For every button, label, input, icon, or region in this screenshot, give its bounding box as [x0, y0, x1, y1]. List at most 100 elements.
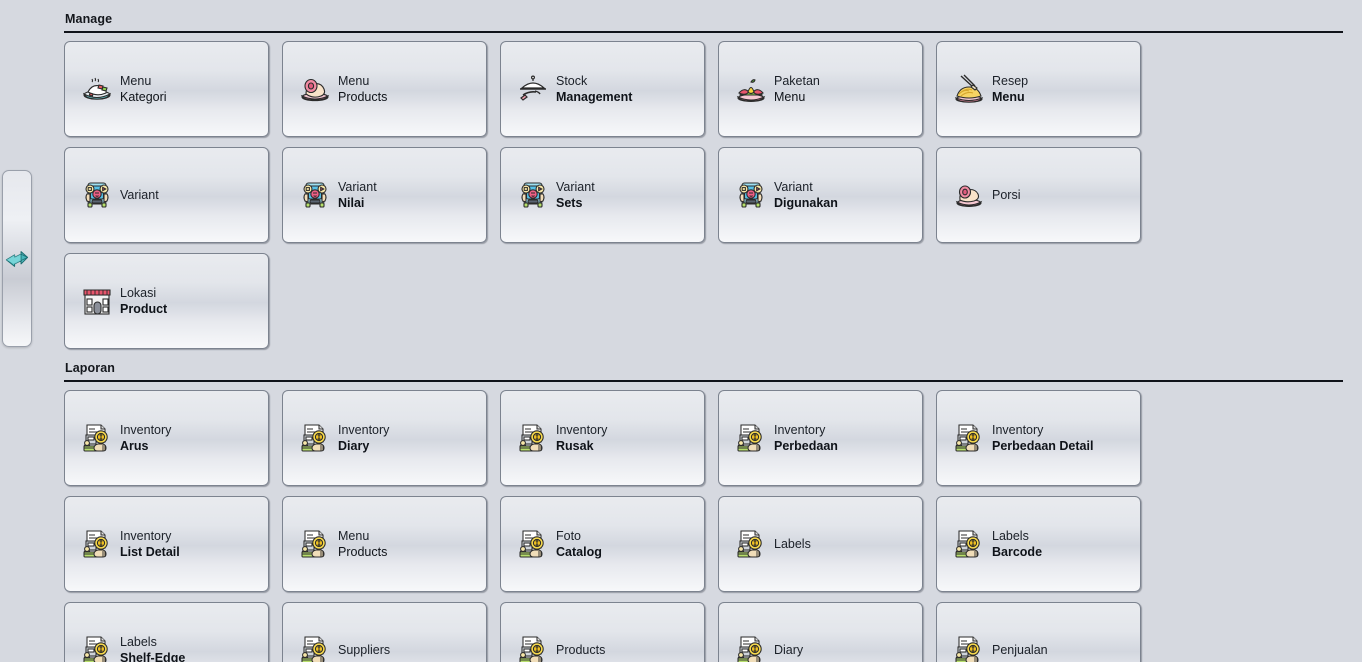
tile-label-primary: Foto [556, 529, 582, 543]
tile-label-secondary: Shelf-Edge [120, 651, 186, 662]
tile-inventory-perbedaan-detail[interactable]: Inventory Perbedaan Detail [936, 390, 1141, 486]
tile-content: Paketan Menu [735, 73, 820, 105]
tile-content: Foto Catalog [517, 528, 602, 560]
report-icon [517, 528, 549, 560]
menu-kategori-icon [81, 73, 113, 105]
tile-porsi[interactable]: Porsi [936, 147, 1141, 243]
tile-label-primary: Inventory [556, 423, 608, 437]
tile-label-group: Inventory List Detail [120, 528, 180, 560]
tile-label-secondary: Barcode [992, 545, 1043, 559]
report-icon [953, 634, 985, 662]
report-icon [735, 528, 767, 560]
tile-label-secondary: Catalog [556, 545, 602, 559]
tile-label-secondary: Nilai [338, 196, 365, 210]
tile-label-group: Labels [774, 536, 811, 552]
tile-grid: Inventory Arus Inventory Diary Inventory Rusa… [64, 390, 1344, 662]
stock-management-icon [517, 73, 549, 105]
tile-content: Inventory Rusak [517, 422, 607, 454]
porsi-icon [953, 179, 985, 211]
tile-inventory-diary[interactable]: Inventory Diary [282, 390, 487, 486]
tile-label-primary: Menu [338, 529, 370, 543]
tile-label-secondary: Product [120, 302, 168, 316]
tile-label-group: Paketan Menu [774, 73, 820, 105]
report-icon [81, 634, 113, 662]
tile-label-secondary: Perbedaan [774, 439, 838, 453]
tile-variant-nilai[interactable]: Variant Nilai [282, 147, 487, 243]
tile-label-secondary: Management [556, 90, 633, 104]
tile-label-group: Suppliers [338, 642, 390, 658]
tile-inventory-perbedaan[interactable]: Inventory Perbedaan [718, 390, 923, 486]
tile-variant[interactable]: Variant [64, 147, 269, 243]
tile-label-group: Menu Products [338, 528, 387, 560]
tile-content: Resep Menu [953, 73, 1028, 105]
tile-content: Suppliers [299, 634, 390, 662]
report-icon [299, 528, 331, 560]
tile-label-group: Porsi [992, 187, 1020, 203]
tile-inventory-list-detail[interactable]: Inventory List Detail [64, 496, 269, 592]
tile-label-group: Labels Barcode [992, 528, 1042, 560]
tile-penjualan[interactable]: Penjualan [936, 602, 1141, 662]
tile-content: Menu Kategori [81, 73, 167, 105]
arrow-right-3d-icon[interactable] [4, 246, 30, 272]
report-icon [735, 422, 767, 454]
tile-foto-catalog[interactable]: Foto Catalog [500, 496, 705, 592]
tile-content: Variant [81, 179, 159, 211]
tile-inventory-arus[interactable]: Inventory Arus [64, 390, 269, 486]
tile-diary[interactable]: Diary [718, 602, 923, 662]
tile-paketan-menu[interactable]: Paketan Menu [718, 41, 923, 137]
tile-label-group: Variant [120, 187, 159, 203]
tile-variant-sets[interactable]: Variant Sets [500, 147, 705, 243]
tile-labels-barcode[interactable]: Labels Barcode [936, 496, 1141, 592]
tile-stock-management[interactable]: Stock Management [500, 41, 705, 137]
tile-lokasi-product[interactable]: Lokasi Product [64, 253, 269, 349]
report-icon [81, 422, 113, 454]
tile-menu-products[interactable]: Menu Products [282, 496, 487, 592]
tile-labels-shelf-edge[interactable]: Labels Shelf-Edge [64, 602, 269, 662]
tile-label-secondary: Sets [556, 196, 583, 210]
paketan-menu-icon [735, 73, 767, 105]
tile-label-primary: Products [556, 643, 606, 657]
tile-label-secondary: Kategori [120, 90, 167, 104]
report-icon [299, 422, 331, 454]
tile-label-primary: Inventory [992, 423, 1044, 437]
tile-label-group: Menu Products [338, 73, 387, 105]
tile-label-primary: Stock [556, 74, 588, 88]
tile-content: Inventory Perbedaan [735, 422, 838, 454]
tile-label-secondary: Digunakan [774, 196, 838, 210]
tile-label-primary: Suppliers [338, 643, 391, 657]
tile-label-group: Inventory Perbedaan Detail [992, 422, 1093, 454]
tile-content: Inventory Diary [299, 422, 389, 454]
tile-label-group: Diary [774, 642, 803, 658]
tile-content: Menu Products [299, 528, 387, 560]
tile-menu-products[interactable]: Menu Products [282, 41, 487, 137]
tile-label-primary: Inventory [120, 529, 172, 543]
tile-label-primary: Labels [992, 529, 1029, 543]
tile-resep-menu[interactable]: Resep Menu [936, 41, 1141, 137]
tile-content: Inventory List Detail [81, 528, 180, 560]
resep-menu-icon [953, 73, 985, 105]
section-title: Manage [65, 12, 113, 26]
tile-content: Porsi [953, 179, 1020, 211]
tile-label-primary: Variant [556, 180, 595, 194]
tile-suppliers[interactable]: Suppliers [282, 602, 487, 662]
tile-labels[interactable]: Labels [718, 496, 923, 592]
tile-label-secondary: List Detail [120, 545, 180, 559]
section-title: Laporan [65, 361, 116, 375]
report-icon [81, 528, 113, 560]
collapse-panel-rail[interactable] [2, 170, 32, 347]
variant-icon [517, 179, 549, 211]
tile-label-secondary: Menu [992, 90, 1025, 104]
tile-variant-digunakan[interactable]: Variant Digunakan [718, 147, 923, 243]
tile-label-primary: Variant [120, 188, 159, 202]
tile-inventory-rusak[interactable]: Inventory Rusak [500, 390, 705, 486]
tile-content: Labels Barcode [953, 528, 1042, 560]
section-laporan: Laporan Inventory Arus Inventory Diary Invent… [64, 349, 1344, 662]
section-manage: Manage Menu Kategori Menu Products Stock Manag… [64, 0, 1344, 349]
tile-products[interactable]: Products [500, 602, 705, 662]
tile-label-group: Inventory Perbedaan [774, 422, 838, 454]
tile-label-group: Products [556, 642, 605, 658]
tile-label-group: Variant Nilai [338, 179, 377, 211]
tile-menu-kategori[interactable]: Menu Kategori [64, 41, 269, 137]
report-icon [953, 422, 985, 454]
tile-content: Labels [735, 528, 811, 560]
